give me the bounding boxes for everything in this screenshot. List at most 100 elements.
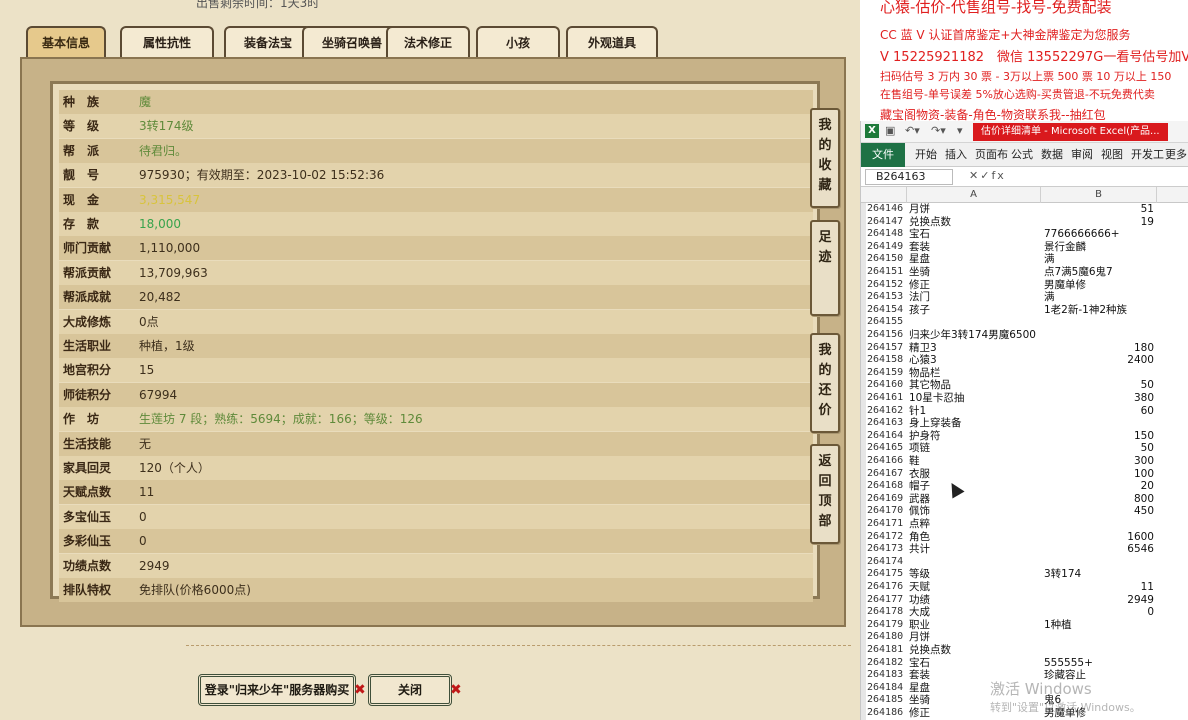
cell-a[interactable]: 衣服 <box>909 468 1041 481</box>
close-x-icon[interactable]: ✖ <box>450 682 462 698</box>
ribbon-tab-0[interactable]: 文件 <box>861 143 905 167</box>
row-number[interactable]: 264181 <box>867 644 907 657</box>
cell-a[interactable]: 职业 <box>909 619 1041 632</box>
row-number[interactable]: 264160 <box>867 379 907 392</box>
ribbon-tab-7[interactable]: 视图 <box>1101 146 1123 162</box>
tab-5[interactable]: 小孩 <box>476 26 560 58</box>
fx-icon[interactable]: fx <box>991 169 1005 182</box>
row-number[interactable]: 264170 <box>867 505 907 518</box>
column-b-header[interactable]: B <box>1041 187 1157 203</box>
cell-b[interactable]: 1种植 <box>1044 619 1154 632</box>
tab-4[interactable]: 法术修正 <box>386 26 470 58</box>
cell-b[interactable]: 男魔单修 <box>1044 279 1154 292</box>
cell-a[interactable]: 鞋 <box>909 455 1041 468</box>
cell-a[interactable]: 月饼 <box>909 631 1041 644</box>
cell-a[interactable]: 兑换点数 <box>909 644 1041 657</box>
cell-a[interactable]: 等级 <box>909 568 1041 581</box>
row-number[interactable]: 264147 <box>867 216 907 229</box>
excel-app-icon[interactable]: X <box>865 124 879 138</box>
tab-2[interactable]: 装备法宝 <box>224 26 312 58</box>
column-a-header[interactable]: A <box>907 187 1041 203</box>
row-number[interactable]: 264178 <box>867 606 907 619</box>
cell-a[interactable]: 功绩 <box>909 594 1041 607</box>
row-number[interactable]: 264155 <box>867 316 907 329</box>
cell-a[interactable]: 月饼 <box>909 203 1041 216</box>
row-number[interactable]: 264149 <box>867 241 907 254</box>
row-number[interactable]: 264162 <box>867 405 907 418</box>
row-number[interactable]: 264166 <box>867 455 907 468</box>
cell-b[interactable]: 555555+ <box>1044 657 1154 670</box>
cell-b[interactable]: 2949 <box>1044 594 1154 607</box>
tab-1[interactable]: 属性抗性 <box>120 26 214 58</box>
select-all-corner[interactable] <box>861 187 907 203</box>
cell-b[interactable]: 11 <box>1044 581 1154 594</box>
cell-b[interactable]: 60 <box>1044 405 1154 418</box>
cell-b[interactable]: 180 <box>1044 342 1154 355</box>
cell-a[interactable]: 10星卡忍抽 <box>909 392 1041 405</box>
quick-access-dropdown-icon[interactable]: ▾ <box>957 124 963 137</box>
row-number[interactable]: 264158 <box>867 354 907 367</box>
cell-b[interactable]: 19 <box>1044 216 1154 229</box>
ribbon-tab-4[interactable]: 公式 <box>1011 146 1033 162</box>
row-number[interactable]: 264152 <box>867 279 907 292</box>
cell-a[interactable]: 天赋 <box>909 581 1041 594</box>
row-number[interactable]: 264172 <box>867 531 907 544</box>
undo-icon[interactable]: ↶▾ <box>905 124 920 137</box>
cell-a[interactable]: 心猿3 <box>909 354 1041 367</box>
row-number[interactable]: 264169 <box>867 493 907 506</box>
cell-b[interactable]: 50 <box>1044 442 1154 455</box>
side-button-2[interactable]: 我的还价 <box>810 333 840 433</box>
row-number[interactable]: 264171 <box>867 518 907 531</box>
side-button-1[interactable]: 足迹 <box>810 220 840 316</box>
cell-a[interactable]: 套装 <box>909 241 1041 254</box>
row-number[interactable]: 264177 <box>867 594 907 607</box>
ribbon-tab-3[interactable]: 页面布 <box>975 146 1008 162</box>
row-number[interactable]: 264167 <box>867 468 907 481</box>
cell-a[interactable]: 兑换点数 <box>909 216 1041 229</box>
row-number[interactable]: 264148 <box>867 228 907 241</box>
cell-a[interactable]: 宝石 <box>909 657 1041 670</box>
cell-a[interactable]: 护身符 <box>909 430 1041 443</box>
row-number[interactable]: 264185 <box>867 694 907 707</box>
row-number[interactable]: 264164 <box>867 430 907 443</box>
cell-a[interactable]: 大成 <box>909 606 1041 619</box>
cell-a[interactable]: 宝石 <box>909 228 1041 241</box>
cell-b[interactable]: 满 <box>1044 253 1154 266</box>
cell-a[interactable]: 法门 <box>909 291 1041 304</box>
cell-b[interactable]: 点7满5魔6鬼7 <box>1044 266 1154 279</box>
tab-6[interactable]: 外观道具 <box>566 26 658 58</box>
cell-b[interactable]: 800 <box>1044 493 1154 506</box>
row-number[interactable]: 264173 <box>867 543 907 556</box>
row-number[interactable]: 264157 <box>867 342 907 355</box>
row-number[interactable]: 264176 <box>867 581 907 594</box>
redo-icon[interactable]: ↷▾ <box>931 124 946 137</box>
cell-b[interactable]: 1600 <box>1044 531 1154 544</box>
row-number[interactable]: 264175 <box>867 568 907 581</box>
cell-b[interactable]: 3转174 <box>1044 568 1154 581</box>
row-number[interactable]: 264186 <box>867 707 907 720</box>
cell-b[interactable]: 20 <box>1044 480 1154 493</box>
row-number[interactable]: 264179 <box>867 619 907 632</box>
cell-b[interactable]: 450 <box>1044 505 1154 518</box>
save-icon[interactable]: ▣ <box>885 124 895 137</box>
name-box[interactable]: B264163 <box>865 169 953 185</box>
cell-a[interactable]: 点粹 <box>909 518 1041 531</box>
cell-a[interactable]: 坐骑 <box>909 266 1041 279</box>
side-button-3[interactable]: 返回顶部 <box>810 444 840 544</box>
ribbon-tab-2[interactable]: 插入 <box>945 146 967 162</box>
cell-b[interactable]: 7766666666+ <box>1044 228 1154 241</box>
cell-b[interactable]: 150 <box>1044 430 1154 443</box>
row-number[interactable]: 264153 <box>867 291 907 304</box>
ribbon-tab-5[interactable]: 数据 <box>1041 146 1063 162</box>
formula-icons[interactable]: ✕✓fx <box>969 169 1006 182</box>
cell-b[interactable]: 1老2新-1神2种族 <box>1044 304 1154 317</box>
cell-a[interactable]: 归来少年3转174男魔6500 <box>909 329 1041 342</box>
cell-a[interactable]: 修正 <box>909 279 1041 292</box>
cell-a[interactable]: 身上穿装备 <box>909 417 1041 430</box>
row-number[interactable]: 264150 <box>867 253 907 266</box>
cell-a[interactable]: 星盘 <box>909 253 1041 266</box>
row-number[interactable]: 264156 <box>867 329 907 342</box>
row-number[interactable]: 264161 <box>867 392 907 405</box>
cell-a[interactable]: 佩饰 <box>909 505 1041 518</box>
row-number[interactable]: 264183 <box>867 669 907 682</box>
